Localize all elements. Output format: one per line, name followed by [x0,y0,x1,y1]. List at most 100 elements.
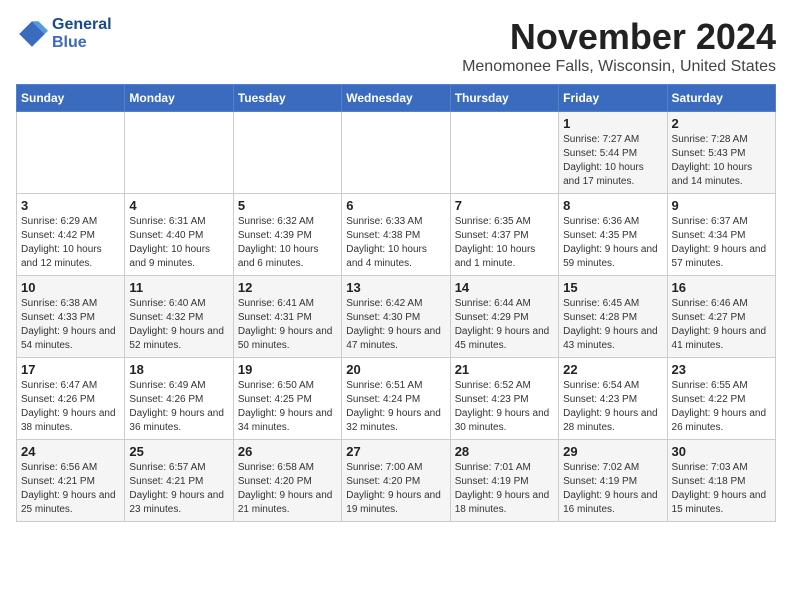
day-info: Sunrise: 6:46 AM Sunset: 4:27 PM Dayligh… [672,297,771,353]
table-row: 4 Sunrise: 6:31 AM Sunset: 4:40 PM Daylig… [125,194,233,276]
day-info: Sunrise: 7:02 AM Sunset: 4:19 PM Dayligh… [563,461,662,517]
table-row: 29 Sunrise: 7:02 AM Sunset: 4:19 PM Dayli… [559,440,667,522]
day-info: Sunrise: 6:55 AM Sunset: 4:22 PM Dayligh… [672,379,771,435]
day-number: 17 [21,362,120,377]
day-info: Sunrise: 6:44 AM Sunset: 4:29 PM Dayligh… [455,297,554,353]
table-row: 30 Sunrise: 7:03 AM Sunset: 4:18 PM Dayli… [667,440,775,522]
day-info: Sunrise: 6:37 AM Sunset: 4:34 PM Dayligh… [672,215,771,271]
calendar-row: 17Sunrise: 6:47 AM Sunset: 4:26 PM Dayli… [17,358,776,440]
table-row: 21Sunrise: 6:52 AM Sunset: 4:23 PM Dayli… [450,358,558,440]
day-number: 19 [238,362,337,377]
header-wednesday: Wednesday [342,85,450,112]
table-row: 22 Sunrise: 6:54 AM Sunset: 4:23 PM Dayli… [559,358,667,440]
day-info: Sunrise: 7:03 AM Sunset: 4:18 PM Dayligh… [672,461,771,517]
header-monday: Monday [125,85,233,112]
table-row: 16 Sunrise: 6:46 AM Sunset: 4:27 PM Dayli… [667,276,775,358]
calendar-header: Sunday Monday Tuesday Wednesday Thursday… [17,85,776,112]
day-number: 12 [238,280,337,295]
day-number: 11 [129,280,228,295]
header-tuesday: Tuesday [233,85,341,112]
day-number: 10 [21,280,120,295]
day-number: 22 [563,362,662,377]
day-info: Sunrise: 6:42 AM Sunset: 4:30 PM Dayligh… [346,297,445,353]
day-number: 4 [129,198,228,213]
day-number: 1 [563,116,662,131]
header: General Blue November 2024 Menomonee Fal… [16,16,776,76]
day-number: 30 [672,444,771,459]
day-info: Sunrise: 6:54 AM Sunset: 4:23 PM Dayligh… [563,379,662,435]
day-number: 20 [346,362,445,377]
logo: General Blue [16,16,112,51]
title-area: November 2024 Menomonee Falls, Wisconsin… [462,16,776,76]
table-row: 28 Sunrise: 7:01 AM Sunset: 4:19 PM Dayli… [450,440,558,522]
day-info: Sunrise: 6:35 AM Sunset: 4:37 PM Dayligh… [455,215,554,271]
day-info: Sunrise: 7:27 AM Sunset: 5:44 PM Dayligh… [563,133,662,189]
day-number: 15 [563,280,662,295]
day-number: 2 [672,116,771,131]
day-info: Sunrise: 7:28 AM Sunset: 5:43 PM Dayligh… [672,133,771,189]
day-number: 13 [346,280,445,295]
day-info: Sunrise: 6:38 AM Sunset: 4:33 PM Dayligh… [21,297,120,353]
table-row [450,112,558,194]
table-row: 10 Sunrise: 6:38 AM Sunset: 4:33 PM Dayli… [17,276,125,358]
table-row: 25Sunrise: 6:57 AM Sunset: 4:21 PM Dayli… [125,440,233,522]
table-row: 27Sunrise: 7:00 AM Sunset: 4:20 PM Dayli… [342,440,450,522]
day-info: Sunrise: 6:36 AM Sunset: 4:35 PM Dayligh… [563,215,662,271]
day-number: 28 [455,444,554,459]
table-row: 13 Sunrise: 6:42 AM Sunset: 4:30 PM Dayli… [342,276,450,358]
day-info: Sunrise: 6:31 AM Sunset: 4:40 PM Dayligh… [129,215,228,271]
table-row [17,112,125,194]
header-thursday: Thursday [450,85,558,112]
day-number: 16 [672,280,771,295]
day-number: 21 [455,362,554,377]
day-number: 8 [563,198,662,213]
table-row: 5Sunrise: 6:32 AM Sunset: 4:39 PM Daylig… [233,194,341,276]
table-row: 3 Sunrise: 6:29 AM Sunset: 4:42 PM Daylig… [17,194,125,276]
calendar-row: 10 Sunrise: 6:38 AM Sunset: 4:33 PM Dayli… [17,276,776,358]
logo-text: General Blue [52,16,112,51]
table-row: 17Sunrise: 6:47 AM Sunset: 4:26 PM Dayli… [17,358,125,440]
day-info: Sunrise: 6:41 AM Sunset: 4:31 PM Dayligh… [238,297,337,353]
header-sunday: Sunday [17,85,125,112]
table-row: 6Sunrise: 6:33 AM Sunset: 4:38 PM Daylig… [342,194,450,276]
table-row: 2 Sunrise: 7:28 AM Sunset: 5:43 PM Daylig… [667,112,775,194]
table-row: 18 Sunrise: 6:49 AM Sunset: 4:26 PM Dayli… [125,358,233,440]
table-row: 12 Sunrise: 6:41 AM Sunset: 4:31 PM Dayli… [233,276,341,358]
day-info: Sunrise: 6:56 AM Sunset: 4:21 PM Dayligh… [21,461,120,517]
day-info: Sunrise: 6:49 AM Sunset: 4:26 PM Dayligh… [129,379,228,435]
day-number: 24 [21,444,120,459]
calendar-row: 3 Sunrise: 6:29 AM Sunset: 4:42 PM Daylig… [17,194,776,276]
day-number: 3 [21,198,120,213]
day-info: Sunrise: 7:01 AM Sunset: 4:19 PM Dayligh… [455,461,554,517]
day-number: 18 [129,362,228,377]
calendar-body: 1 Sunrise: 7:27 AM Sunset: 5:44 PM Daylig… [17,112,776,522]
location-title: Menomonee Falls, Wisconsin, United State… [462,58,776,76]
table-row [125,112,233,194]
day-info: Sunrise: 6:58 AM Sunset: 4:20 PM Dayligh… [238,461,337,517]
day-info: Sunrise: 6:40 AM Sunset: 4:32 PM Dayligh… [129,297,228,353]
day-number: 9 [672,198,771,213]
table-row: 24 Sunrise: 6:56 AM Sunset: 4:21 PM Dayli… [17,440,125,522]
day-number: 29 [563,444,662,459]
day-info: Sunrise: 6:29 AM Sunset: 4:42 PM Dayligh… [21,215,120,271]
header-friday: Friday [559,85,667,112]
header-saturday: Saturday [667,85,775,112]
table-row: 9 Sunrise: 6:37 AM Sunset: 4:34 PM Daylig… [667,194,775,276]
table-row: 20 Sunrise: 6:51 AM Sunset: 4:24 PM Dayli… [342,358,450,440]
day-number: 26 [238,444,337,459]
table-row: 1 Sunrise: 7:27 AM Sunset: 5:44 PM Daylig… [559,112,667,194]
day-number: 7 [455,198,554,213]
day-info: Sunrise: 6:50 AM Sunset: 4:25 PM Dayligh… [238,379,337,435]
day-number: 14 [455,280,554,295]
day-info: Sunrise: 6:51 AM Sunset: 4:24 PM Dayligh… [346,379,445,435]
table-row: 23Sunrise: 6:55 AM Sunset: 4:22 PM Dayli… [667,358,775,440]
day-number: 25 [129,444,228,459]
calendar-row: 24 Sunrise: 6:56 AM Sunset: 4:21 PM Dayli… [17,440,776,522]
day-info: Sunrise: 7:00 AM Sunset: 4:20 PM Dayligh… [346,461,445,517]
day-info: Sunrise: 6:33 AM Sunset: 4:38 PM Dayligh… [346,215,445,271]
header-row: Sunday Monday Tuesday Wednesday Thursday… [17,85,776,112]
table-row [342,112,450,194]
day-number: 5 [238,198,337,213]
table-row [233,112,341,194]
calendar-row: 1 Sunrise: 7:27 AM Sunset: 5:44 PM Daylig… [17,112,776,194]
